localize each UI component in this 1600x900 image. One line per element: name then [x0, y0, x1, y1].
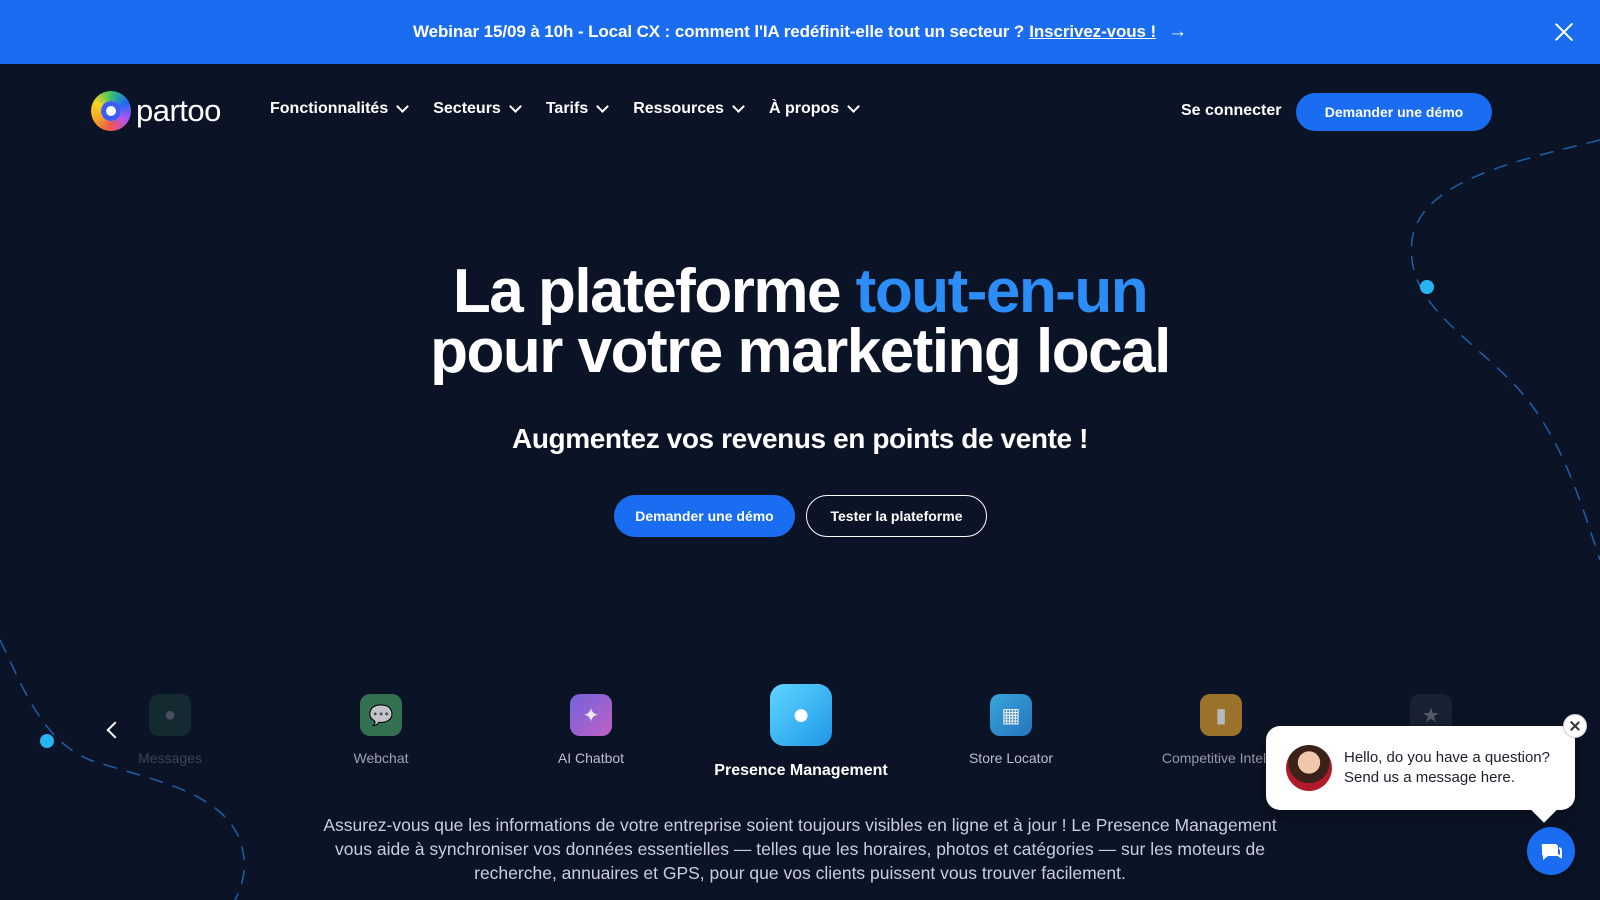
nav-item-label: Tarifs: [545, 100, 589, 117]
podium-icon: ▮: [1200, 694, 1242, 736]
feature-label: Messages: [138, 750, 202, 766]
feature-presence-management[interactable]: ● Presence Management: [711, 684, 891, 780]
webchat-icon: 💬: [360, 694, 402, 736]
feature-label: Competitive Intellig: [1161, 750, 1281, 766]
agent-avatar: [1286, 745, 1332, 791]
hero-title-part1: La plateforme: [452, 257, 842, 326]
feature-description: Assurez-vous que les informations de vot…: [323, 815, 1277, 883]
nav-item-ressources[interactable]: Ressources: [633, 100, 745, 118]
chevron-down-icon: [396, 100, 410, 113]
presence-icon: ●: [770, 684, 832, 746]
banner-register-link[interactable]: Inscrivez-vous !: [1029, 22, 1156, 42]
nav-item-a-propos[interactable]: À propos: [768, 100, 861, 118]
feature-label: Store Locator: [968, 750, 1054, 766]
main-nav: partoo Fonctionnalités Secteurs Tarifs R…: [0, 64, 1600, 160]
logo-text: partoo: [136, 93, 221, 128]
nav-item-fonctionnalites[interactable]: Fonctionnalités: [270, 100, 410, 118]
feature-label: Presence Management: [714, 762, 888, 779]
messages-icon: ●: [149, 694, 191, 736]
nav-item-label: À propos: [768, 100, 840, 117]
nav-menu: Fonctionnalités Secteurs Tarifs Ressourc…: [270, 100, 884, 118]
hero-demo-button[interactable]: Demander une démo: [614, 495, 795, 537]
close-icon[interactable]: [1554, 22, 1574, 42]
announcement-banner: Webinar 15/09 à 10h - Local CX : comment…: [0, 0, 1600, 64]
nav-item-label: Ressources: [633, 100, 724, 117]
chat-icon: [1541, 844, 1562, 860]
nav-item-label: Secteurs: [433, 100, 501, 117]
feature-label: Webchat: [353, 750, 409, 766]
chevron-down-icon: [596, 100, 610, 113]
nav-demo-button[interactable]: Demander une démo: [1296, 93, 1492, 131]
nav-item-label: Fonctionnalités: [270, 100, 389, 117]
feature-label: AI Chatbot: [557, 750, 625, 766]
banner-text: Webinar 15/09 à 10h - Local CX : comment…: [412, 22, 1025, 41]
sparkle-icon: ✦: [570, 694, 612, 736]
nav-item-secteurs[interactable]: Secteurs: [433, 100, 522, 118]
feature-store-locator[interactable]: ▦ Store Locator: [921, 694, 1101, 766]
hero-title: La plateforme tout-en-un pour votre mark…: [0, 261, 1600, 383]
chevron-down-icon: [847, 100, 861, 113]
chat-launcher-button[interactable]: [1527, 827, 1575, 875]
hero-subtitle: Augmentez vos revenus en points de vente…: [512, 423, 1088, 454]
nav-item-tarifs[interactable]: Tarifs: [545, 100, 610, 118]
chat-prompt-text: Hello, do you have a question? Send us a…: [1344, 748, 1550, 788]
logo-mark-icon: [91, 91, 131, 131]
chat-close-icon[interactable]: [1563, 714, 1587, 738]
arrow-right-icon[interactable]: →: [1168, 21, 1187, 43]
chevron-down-icon: [508, 100, 522, 113]
login-link[interactable]: Se connecter: [1181, 102, 1281, 120]
chat-line-2: Send us a message here.: [1344, 769, 1515, 786]
chat-line-1: Hello, do you have a question?: [1344, 749, 1550, 766]
chat-prompt-bubble[interactable]: Hello, do you have a question? Send us a…: [1266, 726, 1575, 810]
hero-title-line2: pour votre marketing local: [430, 317, 1171, 386]
feature-webchat[interactable]: 💬 Webchat: [291, 694, 471, 766]
hero-cta-row: Demander une démo Tester la plateforme: [614, 495, 987, 537]
feature-messages[interactable]: ● Messages: [80, 694, 260, 766]
hero-test-platform-button[interactable]: Tester la plateforme: [806, 495, 987, 537]
hero-title-accent: tout-en-un: [855, 257, 1149, 326]
feature-ai-chatbot[interactable]: ✦ AI Chatbot: [501, 694, 681, 766]
chevron-down-icon: [732, 100, 745, 113]
store-icon: ▦: [990, 694, 1032, 736]
partoo-logo[interactable]: partoo: [91, 91, 221, 131]
